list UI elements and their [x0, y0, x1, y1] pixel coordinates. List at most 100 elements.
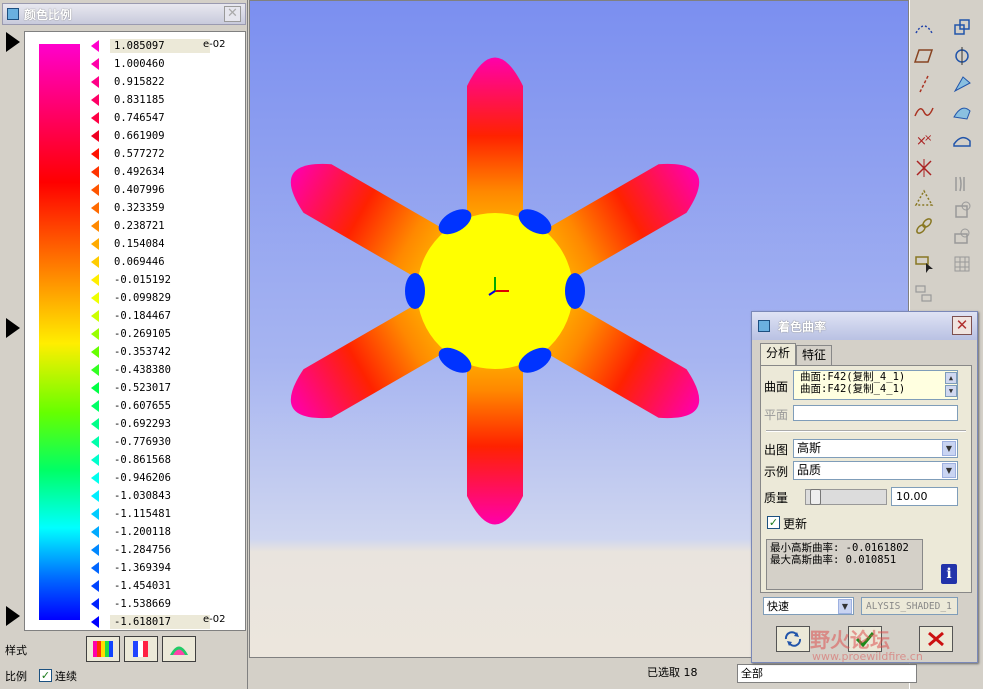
- style-bands-button[interactable]: [124, 636, 158, 662]
- color-scale-body: 1.085097 1.000460 0.915822 0.831185 0.746547…: [24, 31, 246, 631]
- scale-level-marker-icon[interactable]: [91, 346, 99, 358]
- color-scale-titlebar[interactable]: 颜色比例 ✕: [2, 3, 246, 25]
- scale-level-marker-icon[interactable]: [91, 310, 99, 322]
- cancel-button[interactable]: [919, 626, 953, 652]
- chevron-down-icon[interactable]: ▼: [942, 441, 956, 456]
- scale-level-marker-icon[interactable]: [91, 562, 99, 574]
- plane-icon[interactable]: [912, 44, 936, 68]
- scale-level-marker-icon[interactable]: [91, 292, 99, 304]
- csys-icon[interactable]: [912, 156, 936, 180]
- scale-value[interactable]: -1.618017: [110, 615, 210, 629]
- tab-analysis[interactable]: 分析: [760, 343, 797, 365]
- sketch-curve-icon[interactable]: [912, 100, 936, 124]
- output-type-select[interactable]: 高斯 ▼: [793, 439, 958, 458]
- style-surface-button[interactable]: [162, 636, 196, 662]
- offset-icon[interactable]: [950, 172, 974, 196]
- mirror-icon[interactable]: [950, 44, 974, 68]
- style-spectrum-button[interactable]: [86, 636, 120, 662]
- surface-fill-icon[interactable]: [950, 100, 974, 124]
- surface-item[interactable]: 曲面:F42(复制_4_1): [800, 383, 957, 395]
- repeat-button[interactable]: [776, 626, 810, 652]
- speed-select[interactable]: 快速 ▼: [763, 597, 854, 615]
- scale-level-marker-icon[interactable]: [91, 364, 99, 376]
- scale-min-marker-icon[interactable]: [6, 606, 20, 626]
- scale-level-marker-icon[interactable]: [91, 526, 99, 538]
- info-icon[interactable]: i: [941, 564, 957, 584]
- close-icon[interactable]: ✕: [952, 316, 972, 335]
- scale-value: 0.831185: [114, 94, 165, 106]
- dialog-titlebar[interactable]: 着色曲率 ✕: [752, 312, 977, 340]
- solidify-icon[interactable]: [950, 198, 974, 222]
- scale-level-marker-icon[interactable]: [91, 436, 99, 448]
- bands-icon: [133, 641, 148, 657]
- star-shape: [290, 57, 700, 525]
- scale-value[interactable]: 1.085097: [110, 39, 210, 53]
- scale-level-marker-icon[interactable]: [91, 76, 99, 88]
- chevron-down-icon[interactable]: ▼: [838, 599, 852, 614]
- scale-max-marker-icon[interactable]: [6, 32, 20, 52]
- scale-value: -0.607655: [114, 400, 171, 412]
- copy-icon[interactable]: [950, 16, 974, 40]
- scale-level-marker-icon[interactable]: [91, 256, 99, 268]
- surface-collector[interactable]: 曲面:F42(复制_4_1) 曲面:F42(复制_4_1) ▲ ▼: [793, 370, 958, 400]
- extend-icon[interactable]: [950, 72, 974, 96]
- boundary-icon[interactable]: [950, 128, 974, 152]
- grid-icon[interactable]: [950, 252, 974, 276]
- analysis-name-value: ALYSIS_SHADED_1: [866, 601, 952, 612]
- scale-level-marker-icon[interactable]: [91, 166, 99, 178]
- update-checkbox[interactable]: ✓: [767, 516, 780, 529]
- continuous-checkbox[interactable]: ✓: [39, 669, 52, 682]
- quality-slider[interactable]: [805, 489, 887, 505]
- quality-input[interactable]: 10.00: [891, 487, 958, 506]
- display-mode-select[interactable]: 品质 ▼: [793, 461, 958, 480]
- scroll-down-icon[interactable]: ▼: [945, 385, 957, 397]
- tab-feature[interactable]: 特征: [796, 345, 833, 365]
- scale-value: -0.099829: [114, 292, 171, 304]
- color-scale-title: 颜色比例: [24, 7, 73, 22]
- scale-level-marker-icon[interactable]: [91, 130, 99, 142]
- link-icon[interactable]: [912, 214, 936, 238]
- chevron-down-icon[interactable]: ▼: [942, 463, 956, 478]
- scale-level-marker-icon[interactable]: [91, 184, 99, 196]
- scale-value: 1.000460: [114, 58, 165, 70]
- scale-level-marker-icon[interactable]: [91, 238, 99, 250]
- analysis-name-field[interactable]: ALYSIS_SHADED_1: [861, 597, 958, 615]
- scale-level-marker-icon[interactable]: [91, 274, 99, 286]
- analysis-icon[interactable]: [912, 186, 936, 210]
- select-icon[interactable]: [912, 252, 936, 276]
- scale-level-marker-icon[interactable]: [91, 472, 99, 484]
- scale-level-marker-icon[interactable]: [91, 454, 99, 466]
- scale-mid-marker-icon[interactable]: [6, 318, 20, 338]
- scale-level-marker-icon[interactable]: [91, 616, 99, 628]
- scale-level-marker-icon[interactable]: [91, 382, 99, 394]
- scale-level-marker-icon[interactable]: [91, 580, 99, 592]
- scale-level-marker-icon[interactable]: [91, 328, 99, 340]
- scale-level-marker-icon[interactable]: [91, 112, 99, 124]
- scale-level-marker-icon[interactable]: [91, 400, 99, 412]
- scale-level-marker-icon[interactable]: [91, 544, 99, 556]
- close-icon[interactable]: ✕: [224, 6, 241, 22]
- selection-filter-dropdown[interactable]: 全部: [737, 664, 917, 683]
- scale-level-marker-icon[interactable]: [91, 220, 99, 232]
- datum-curve-icon[interactable]: [912, 16, 936, 40]
- point-icon[interactable]: × ×: [912, 128, 936, 152]
- scale-level-marker-icon[interactable]: [91, 94, 99, 106]
- scale-level-marker-icon[interactable]: [91, 202, 99, 214]
- scale-level-marker-icon[interactable]: [91, 490, 99, 502]
- scale-level-marker-icon[interactable]: [91, 508, 99, 520]
- scale-level-marker-icon[interactable]: [91, 40, 99, 52]
- color-scale-panel: 颜色比例 ✕ 1.085097 1.000460 0.915822 0.831185 0…: [0, 0, 248, 689]
- axis-icon[interactable]: [912, 72, 936, 96]
- quality-slider-thumb[interactable]: [809, 489, 821, 505]
- plane-field[interactable]: [793, 405, 958, 421]
- pattern-icon[interactable]: [912, 282, 936, 306]
- scale-level-marker-icon[interactable]: [91, 148, 99, 160]
- thicken-icon[interactable]: [950, 224, 974, 248]
- scale-value: -0.692293: [114, 418, 171, 430]
- surface-item[interactable]: 曲面:F42(复制_4_1): [800, 371, 957, 383]
- scale-level-marker-icon[interactable]: [91, 598, 99, 610]
- separator: [766, 430, 966, 432]
- scale-level-marker-icon[interactable]: [91, 418, 99, 430]
- scale-level-marker-icon[interactable]: [91, 58, 99, 70]
- scroll-up-icon[interactable]: ▲: [945, 372, 957, 384]
